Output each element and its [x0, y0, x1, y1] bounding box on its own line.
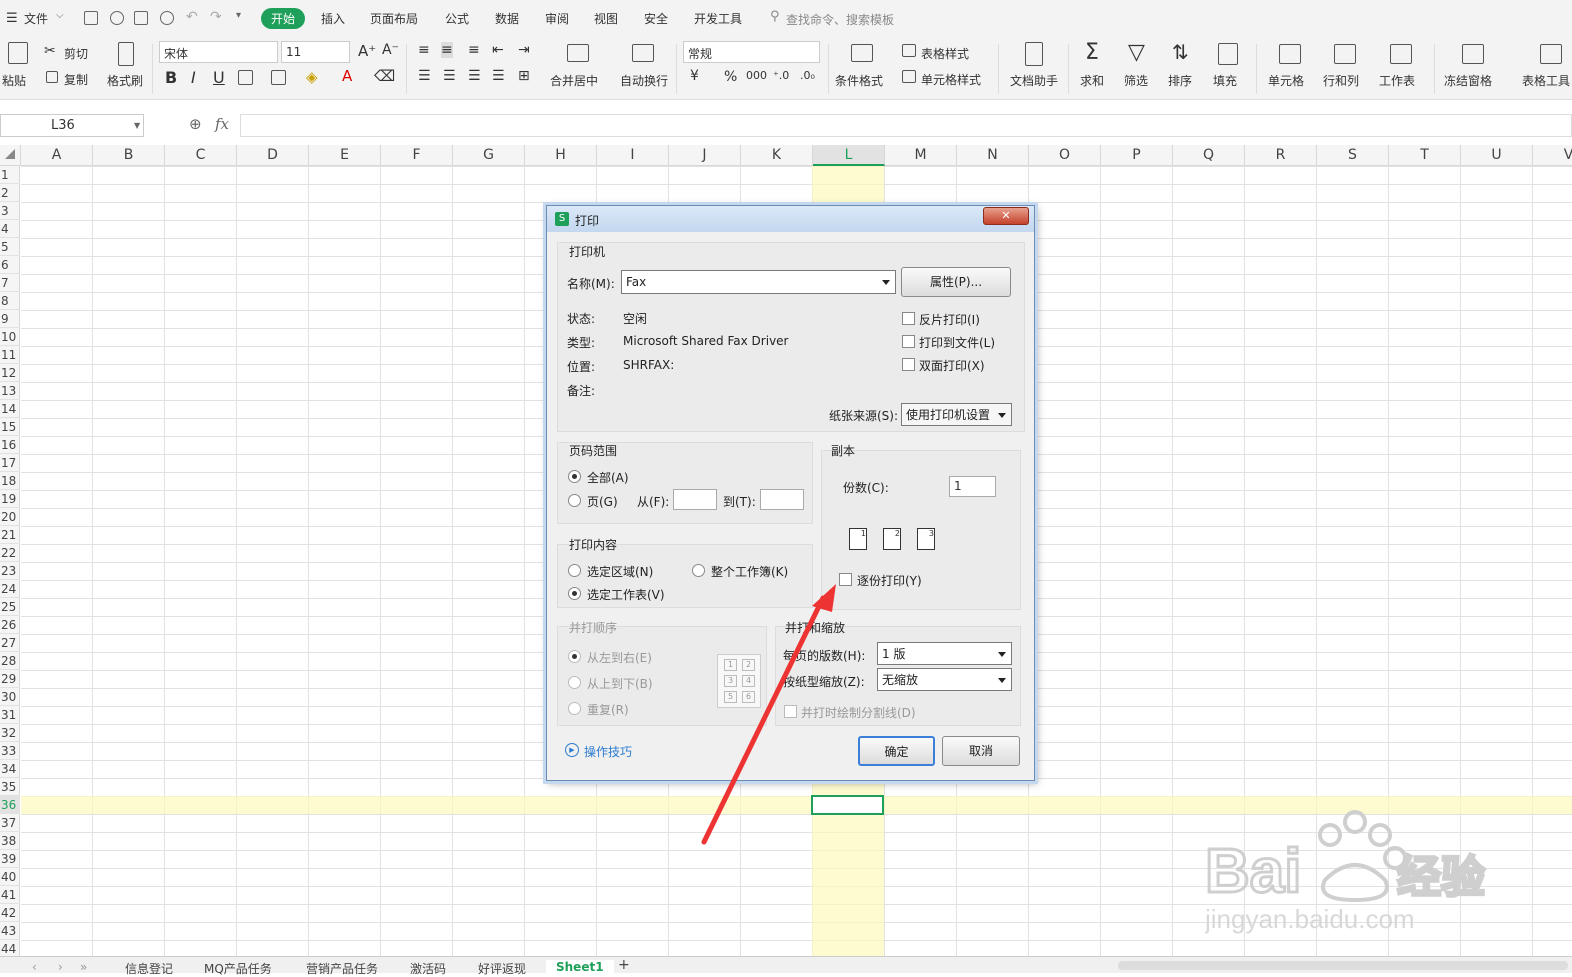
svg-text:jingyan.baidu.com: jingyan.baidu.com — [1205, 904, 1415, 934]
svg-text:Bai: Bai — [1205, 837, 1301, 906]
baidu-watermark-logo: Bai 经验 jingyan.baidu.com — [1204, 800, 1535, 940]
svg-text:经验: 经验 — [1397, 853, 1485, 902]
